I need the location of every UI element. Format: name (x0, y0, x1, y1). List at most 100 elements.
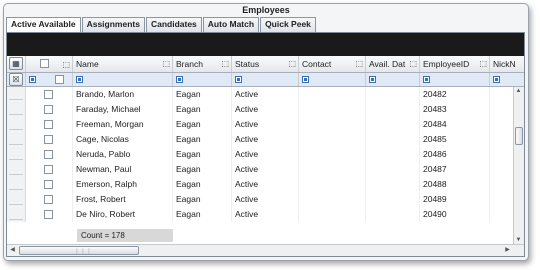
header-status[interactable]: Status ⬚ (232, 56, 299, 72)
cell-name[interactable]: Brando, Marlon (73, 87, 173, 102)
cell-contact[interactable] (299, 117, 366, 132)
cell-avail-date[interactable] (366, 102, 420, 117)
cell-name[interactable]: Faraday, Michael (73, 102, 173, 117)
filter-avail-date[interactable] (366, 73, 420, 86)
cell-employee-id[interactable]: 20485 (420, 132, 490, 147)
cell-employee-id[interactable]: 20489 (420, 192, 490, 207)
cell-avail-date[interactable] (366, 162, 420, 177)
cell-status[interactable]: Active (232, 162, 299, 177)
pin-icon[interactable]: ⬚ (288, 56, 296, 72)
header-contact[interactable]: Contact ⬚ (299, 56, 366, 72)
cell-avail-date[interactable] (366, 117, 420, 132)
cell-status[interactable]: Active (232, 207, 299, 222)
cell-contact[interactable] (299, 102, 366, 117)
row-selector[interactable] (7, 87, 26, 102)
row-checkbox[interactable] (44, 135, 53, 144)
cell-status[interactable]: Active (232, 102, 299, 117)
cell-name[interactable]: Newman, Paul (73, 162, 173, 177)
cell-branch[interactable]: Eagan (173, 177, 232, 192)
header-name[interactable]: Name ⬚ (73, 56, 173, 72)
filter-icon[interactable] (76, 76, 83, 83)
cell-employee-id[interactable]: 20486 (420, 147, 490, 162)
row-selector[interactable] (7, 162, 26, 177)
filter-branch[interactable] (173, 73, 232, 86)
row-selector[interactable] (7, 207, 26, 222)
cell-branch[interactable]: Eagan (173, 162, 232, 177)
cell-status[interactable]: Active (232, 87, 299, 102)
cell-name[interactable]: Cage, Nicolas (73, 132, 173, 147)
select-all-checkbox[interactable] (40, 59, 49, 68)
cell-avail-date[interactable] (366, 132, 420, 147)
cell-contact[interactable] (299, 147, 366, 162)
tab-quick-peek[interactable]: Quick Peek (260, 17, 316, 32)
horizontal-scrollbar[interactable]: ◀ ⋮⋮⋮ ▶ (7, 244, 524, 256)
column-chooser-icon[interactable]: ▦ (9, 57, 23, 70)
cell-branch[interactable]: Eagan (173, 207, 232, 222)
table-row[interactable]: Neruda, Pablo Eagan Active 20486 (7, 147, 514, 162)
cell-name[interactable]: Frost, Robert (73, 192, 173, 207)
vertical-scrollbar[interactable]: ▲ ▼ (513, 87, 524, 245)
header-branch[interactable]: Branch ⬚ (173, 56, 232, 72)
cell-employee-id[interactable]: 20482 (420, 87, 490, 102)
vertical-scroll-thumb[interactable] (515, 127, 523, 145)
pin-icon[interactable]: ⬚ (221, 56, 229, 72)
row-checkbox[interactable] (44, 120, 53, 129)
scroll-up-icon[interactable]: ▲ (514, 87, 523, 96)
row-selector[interactable] (7, 132, 26, 147)
table-row[interactable]: Faraday, Michael Eagan Active 20483 (7, 102, 514, 117)
row-selector[interactable] (7, 102, 26, 117)
group-by-area[interactable] (7, 33, 524, 56)
cell-branch[interactable]: Eagan (173, 102, 232, 117)
filter-icon[interactable] (369, 76, 376, 83)
cell-name[interactable]: Neruda, Pablo (73, 147, 173, 162)
row-selector[interactable] (7, 177, 26, 192)
header-nickname[interactable]: NickN (490, 56, 524, 72)
header-avail-date[interactable]: Avail. Dat ⬚ (366, 56, 420, 72)
cell-avail-date[interactable] (366, 177, 420, 192)
table-row[interactable]: De Niro, Robert Eagan Active 20490 (7, 207, 514, 222)
filter-icon[interactable] (176, 76, 183, 83)
row-checkbox[interactable] (44, 180, 53, 189)
filter-contact[interactable] (299, 73, 366, 86)
filter-name[interactable] (73, 73, 173, 86)
filter-icon[interactable] (235, 76, 242, 83)
filter-nickname[interactable] (490, 73, 524, 86)
cell-branch[interactable]: Eagan (173, 147, 232, 162)
row-checkbox[interactable] (44, 165, 53, 174)
cell-name[interactable]: De Niro, Robert (73, 207, 173, 222)
row-selector[interactable] (7, 147, 26, 162)
horizontal-scroll-thumb[interactable]: ⋮⋮⋮ (19, 246, 139, 255)
cell-branch[interactable]: Eagan (173, 132, 232, 147)
cell-contact[interactable] (299, 162, 366, 177)
table-row[interactable]: Emerson, Ralph Eagan Active 20488 (7, 177, 514, 192)
filter-icon[interactable] (423, 76, 430, 83)
cell-status[interactable]: Active (232, 147, 299, 162)
cell-status[interactable]: Active (232, 192, 299, 207)
cell-contact[interactable] (299, 192, 366, 207)
filter-icon[interactable] (29, 76, 36, 83)
row-checkbox[interactable] (44, 90, 53, 99)
row-checkbox[interactable] (44, 195, 53, 204)
pin-icon[interactable]: ⬚ (62, 57, 70, 72)
table-row[interactable]: Brando, Marlon Eagan Active 20482 (7, 87, 514, 102)
scroll-right-icon[interactable]: ▶ (503, 246, 512, 255)
pin-icon[interactable]: ⬚ (355, 56, 363, 72)
pin-icon[interactable]: ⬚ (162, 56, 170, 72)
cell-employee-id[interactable]: 20487 (420, 162, 490, 177)
cell-branch[interactable]: Eagan (173, 117, 232, 132)
cell-contact[interactable] (299, 87, 366, 102)
cell-avail-date[interactable] (366, 147, 420, 162)
row-selector[interactable] (7, 117, 26, 132)
cell-name[interactable]: Freeman, Morgan (73, 117, 173, 132)
filter-icon[interactable] (302, 76, 309, 83)
cell-avail-date[interactable] (366, 207, 420, 222)
cell-contact[interactable] (299, 132, 366, 147)
cell-contact[interactable] (299, 207, 366, 222)
row-checkbox[interactable] (44, 210, 53, 219)
cell-branch[interactable]: Eagan (173, 192, 232, 207)
filter-employee-id[interactable] (420, 73, 490, 86)
tab-active-available[interactable]: Active Available (6, 17, 81, 33)
tab-auto-match[interactable]: Auto Match (202, 17, 260, 32)
tab-candidates[interactable]: Candidates (145, 17, 202, 32)
cell-avail-date[interactable] (366, 87, 420, 102)
